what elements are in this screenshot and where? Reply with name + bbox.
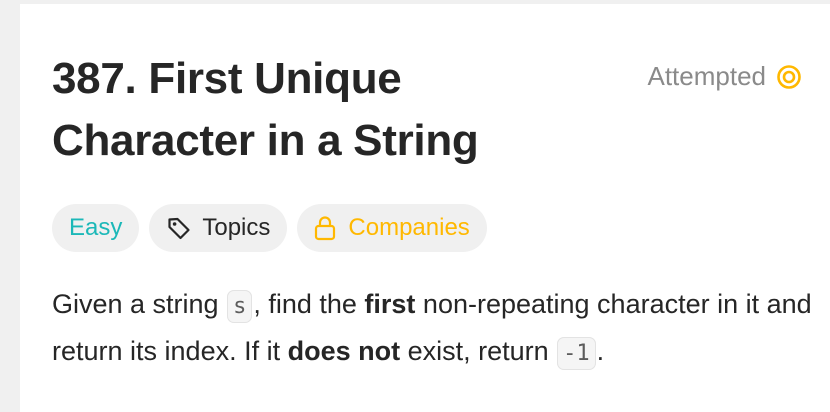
desc-bold-first: first: [364, 289, 416, 319]
panel-left-border: [0, 0, 20, 412]
code-negative-one: -1: [557, 337, 596, 370]
tag-row: Easy Topics Companies: [52, 204, 487, 252]
desc-text-1: Given a string: [52, 289, 227, 319]
companies-label: Companies: [348, 214, 470, 241]
topics-button[interactable]: Topics: [149, 204, 288, 252]
status-indicator: Attempted: [647, 61, 802, 92]
desc-text-2: , find the: [253, 289, 365, 319]
desc-bold-not: does not: [287, 336, 401, 366]
attempted-target-icon: [776, 64, 802, 90]
status-label: Attempted: [647, 61, 766, 91]
desc-text-5: .: [596, 336, 605, 366]
difficulty-badge: Easy: [52, 204, 140, 252]
desc-text-4: exist, return: [400, 336, 557, 366]
code-s: s: [227, 290, 253, 323]
companies-button[interactable]: Companies: [297, 204, 487, 252]
problem-panel: 387. First Unique Character in a String …: [0, 0, 830, 412]
problem-title[interactable]: 387. First Unique Character in a String: [52, 48, 592, 172]
tag-icon: [166, 215, 192, 241]
lock-icon: [314, 215, 336, 241]
panel-top-border: [20, 0, 830, 4]
problem-description: Given a string s, find the first non-rep…: [52, 282, 812, 376]
difficulty-label: Easy: [69, 214, 123, 241]
topics-label: Topics: [202, 214, 271, 241]
